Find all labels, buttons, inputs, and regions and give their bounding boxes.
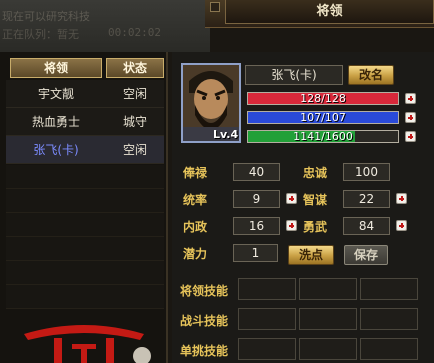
notice-line-1: 现在可以研究科技 [2, 10, 90, 23]
corner-ornament-icon [210, 2, 220, 12]
empty-row [6, 285, 164, 309]
general-status: 城守 [122, 115, 147, 129]
reset-points-button[interactable]: 洗点 [288, 245, 334, 265]
leader-skill-label: 将领技能 [180, 284, 229, 298]
duel-skill-slot-2[interactable] [299, 338, 357, 360]
hp-bar: 128/128 [247, 92, 399, 105]
add-politics-icon[interactable] [286, 220, 297, 231]
notice-line-2: 正在队列：暂无 [2, 28, 79, 41]
save-button[interactable]: 保存 [344, 245, 388, 265]
battle-skill-label: 战斗技能 [180, 314, 229, 328]
general-name: 宇文靓 [37, 87, 74, 101]
intellect-value: 22 [343, 190, 390, 208]
salary-label: 俸禄 [183, 166, 208, 180]
empty-row [6, 213, 164, 237]
troops-text: 107/107 [300, 111, 346, 124]
hp-text: 128/128 [300, 92, 346, 105]
add-hp-icon[interactable] [405, 93, 416, 104]
valor-value: 84 [343, 217, 390, 235]
notice-timer: 00:02:02 [108, 26, 161, 39]
valor-label: 勇武 [303, 220, 328, 234]
background-notice-area: 现在可以研究科技 正在队列：暂无 00:02:02 [0, 0, 210, 52]
general-name-field: 张飞(卡) [245, 65, 343, 85]
empty-row [6, 261, 164, 285]
window-title: 将领 [225, 0, 434, 24]
leader-skill-slot-1[interactable] [238, 278, 296, 300]
exp-bar: 1141/1600 [247, 130, 399, 143]
potential-label: 潜力 [183, 247, 208, 261]
add-command-icon[interactable] [286, 193, 297, 204]
troops-bar: 107/107 [247, 111, 399, 124]
duel-skill-slot-1[interactable] [238, 338, 296, 360]
add-intellect-icon[interactable] [396, 193, 407, 204]
loyalty-value: 100 [343, 163, 390, 181]
general-row-1[interactable]: 宇文靓 空闲 [6, 80, 164, 108]
duel-skill-label: 单挑技能 [180, 344, 229, 358]
politics-label: 内政 [183, 220, 208, 234]
battle-skill-slot-3[interactable] [360, 308, 418, 330]
rename-button[interactable]: 改名 [348, 65, 394, 85]
duel-skill-slot-3[interactable] [360, 338, 418, 360]
add-troops-icon[interactable] [405, 112, 416, 123]
leader-skill-slot-2[interactable] [299, 278, 357, 300]
command-label: 统率 [183, 193, 208, 207]
general-level: Lv.4 [213, 128, 239, 141]
battle-skill-slot-2[interactable] [299, 308, 357, 330]
loyalty-label: 忠诚 [303, 166, 328, 180]
general-status: 空闲 [122, 87, 147, 101]
add-exp-icon[interactable] [405, 131, 416, 142]
generals-list-panel: 将领 状态 宇文靓 空闲 热血勇士 城守 张飞(卡) 空闲 [0, 52, 168, 363]
list-header-name[interactable]: 将领 [10, 58, 102, 78]
general-status: 空闲 [122, 143, 147, 157]
leader-skill-slot-3[interactable] [360, 278, 418, 300]
battle-skill-slot-1[interactable] [238, 308, 296, 330]
potential-value: 1 [233, 244, 278, 262]
empty-row [6, 189, 164, 213]
intellect-label: 智谋 [303, 193, 328, 207]
general-row-3-selected[interactable]: 张飞(卡) 空闲 [6, 136, 164, 164]
politics-value: 16 [233, 217, 280, 235]
general-name: 张飞(卡) [33, 143, 79, 157]
add-valor-icon[interactable] [396, 220, 407, 231]
decorative-emblem-icon [24, 325, 151, 363]
general-name: 热血勇士 [31, 115, 80, 129]
command-value: 9 [233, 190, 280, 208]
exp-text: 1141/1600 [293, 130, 353, 143]
salary-value: 40 [233, 163, 280, 181]
empty-row [6, 165, 164, 189]
empty-row [6, 237, 164, 261]
general-row-2[interactable]: 热血勇士 城守 [6, 108, 164, 136]
list-header-status[interactable]: 状态 [106, 58, 164, 78]
